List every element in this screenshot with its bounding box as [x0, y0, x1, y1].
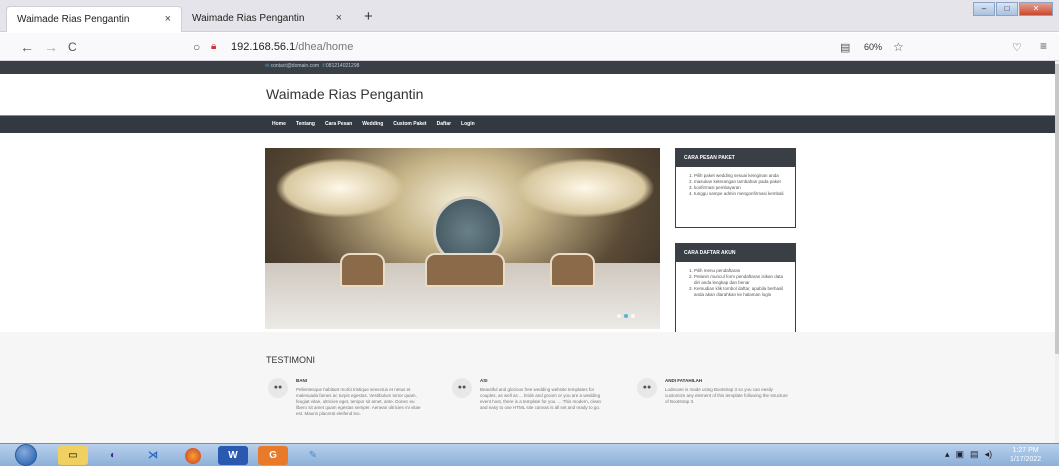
testimonial-text: Lodecare is made using Bootstrap 3 so yo…: [665, 387, 788, 404]
start-button[interactable]: [6, 444, 46, 466]
sofa-center: [425, 253, 505, 287]
minimize-button[interactable]: –: [973, 2, 995, 16]
shield-icon[interactable]: ○: [193, 40, 200, 54]
envelope-icon: ✉: [265, 63, 270, 69]
chair-left: [340, 253, 385, 287]
explorer-icon[interactable]: ▭: [58, 446, 88, 465]
tray-arrow-icon[interactable]: ▴: [945, 449, 950, 460]
contact-email[interactable]: contact@domain.com: [271, 63, 319, 69]
browser-nav-bar: ← → C ○ 🔒︎ 192.168.56.1/dhea/home ▤ 60% …: [0, 33, 1059, 61]
firefox-icon[interactable]: [178, 446, 208, 465]
bookmark-star-icon[interactable]: ☆: [893, 40, 904, 54]
menu-home[interactable]: Home: [272, 121, 286, 127]
hero-carousel-image[interactable]: [265, 148, 660, 329]
panel-title: CARA DAFTAR AKUN: [676, 244, 795, 262]
testimonial-name: ASI: [480, 378, 488, 383]
flower-decoration: [275, 158, 405, 218]
maximize-button[interactable]: □: [996, 2, 1018, 16]
site-brand[interactable]: Waimade Rias Pengantin: [266, 86, 423, 102]
panel-steps: Pilih menu pendaftaran Pelanin muncul fo…: [676, 262, 795, 304]
contact-bar: ✉ contact@domain.com ✆081214021298: [0, 61, 1055, 74]
window-close-button[interactable]: ✕: [1019, 2, 1053, 16]
url-host: 192.168.56.1: [231, 41, 296, 53]
site-menu: Home Tentang Cara Pesan Wedding Custom P…: [272, 121, 485, 127]
clock-time: 1:27 PM: [1012, 447, 1039, 454]
contact-info: ✉ contact@domain.com ✆081214021298: [265, 63, 359, 69]
menu-cara-pesan[interactable]: Cara Pesan: [325, 121, 352, 127]
window-controls: – □ ✕: [972, 2, 1053, 16]
carousel-dot-active[interactable]: [624, 314, 628, 318]
menu-wedding[interactable]: Wedding: [362, 121, 383, 127]
testimonial-text: Beautiful and glorious free wedding webs…: [480, 387, 601, 410]
paint-icon[interactable]: ✎: [298, 446, 328, 465]
pocket-icon[interactable]: ♡: [1012, 41, 1022, 54]
app-icon[interactable]: G: [258, 446, 288, 465]
testimoni-section: TESTIMONI ●● BANI Pellentesque habitant …: [0, 332, 1055, 443]
panel-cara-pesan: CARA PESAN PAKET Pilih paket wedding ses…: [675, 148, 796, 228]
carousel-indicators: [617, 314, 638, 318]
back-icon[interactable]: ←: [20, 39, 34, 55]
step-item: Kemudian klik tombol daftar, apabila ber…: [694, 286, 787, 298]
testimonial-name: ANDI FATAHILAH: [665, 378, 703, 383]
site-menu-bar: Home Tentang Cara Pesan Wedding Custom P…: [0, 115, 1055, 133]
menu-login[interactable]: Login: [461, 121, 475, 127]
tab-label: Waimade Rias Pengantin: [17, 14, 130, 25]
scrollbar-thumb[interactable]: [1055, 64, 1059, 354]
zoom-level[interactable]: 60%: [864, 42, 882, 52]
flower-decoration: [515, 158, 655, 218]
testimonial-text: Pellentesque habitant morbi tristique se…: [296, 387, 421, 416]
url-path: /dhea/home: [295, 41, 354, 53]
panel-steps: Pilih paket wedding sesuai keinginan and…: [676, 167, 795, 203]
menu-icon[interactable]: ≡: [1040, 39, 1047, 53]
reader-view-icon[interactable]: ▤: [840, 41, 850, 54]
system-tray: ▴ ▣ ▤ ◂): [945, 449, 998, 460]
eclipse-icon[interactable]: ◐: [98, 446, 128, 465]
network-icon[interactable]: ▤: [970, 449, 979, 460]
tab-waimade-2[interactable]: Waimade Rias Pengantin ×: [182, 6, 352, 32]
taskbar-clock[interactable]: 1:27 PM 1/17/2022: [1010, 446, 1041, 464]
tab-label: Waimade Rias Pengantin: [192, 13, 305, 24]
close-tab-icon[interactable]: ×: [165, 13, 171, 25]
url-bar[interactable]: 192.168.56.1/dhea/home: [231, 41, 353, 53]
browser-tab-bar: Waimade Rias Pengantin × Waimade Rias Pe…: [0, 0, 1059, 32]
menu-custom-paket[interactable]: Custom Paket: [393, 121, 426, 127]
clock-date: 1/17/2022: [1010, 456, 1042, 463]
panel-title: CARA PESAN PAKET: [676, 149, 795, 167]
reload-icon[interactable]: C: [68, 40, 77, 54]
forward-icon[interactable]: →: [44, 39, 58, 55]
close-tab-icon[interactable]: ×: [336, 12, 342, 24]
contact-phone: 081214021298: [326, 63, 360, 69]
volume-icon[interactable]: ◂): [985, 449, 993, 460]
testimoni-title: TESTIMONI: [266, 355, 315, 365]
windows-logo-icon: [15, 444, 37, 466]
lock-icon[interactable]: 🔒︎: [211, 41, 216, 52]
chat-icon: ●●: [637, 378, 657, 398]
word-icon[interactable]: W: [218, 446, 248, 465]
chair-right: [550, 253, 595, 287]
carousel-dot[interactable]: [631, 314, 635, 318]
menu-daftar[interactable]: Daftar: [437, 121, 451, 127]
tray-app-icon[interactable]: ▣: [956, 449, 965, 460]
new-tab-button[interactable]: +: [364, 8, 373, 25]
testimonial-name: BANI: [296, 378, 307, 383]
chat-icon: ●●: [268, 378, 288, 398]
step-item: Pelanin muncul form pendaftaran isikan d…: [694, 274, 787, 286]
website-viewport: ✉ contact@domain.com ✆081214021298 Waima…: [0, 61, 1055, 443]
chat-icon: ●●: [452, 378, 472, 398]
vscode-icon[interactable]: ⋊: [138, 446, 168, 465]
panel-cara-daftar: CARA DAFTAR AKUN Pilih menu pendaftaran …: [675, 243, 796, 336]
menu-tentang[interactable]: Tentang: [296, 121, 315, 127]
windows-taskbar: ▭ ◐ ⋊ W G ✎ ▴ ▣ ▤ ◂) 1:27 PM 1/17/2022: [0, 443, 1059, 466]
tab-waimade-1[interactable]: Waimade Rias Pengantin ×: [6, 6, 182, 32]
step-item: tunggu sampe admin mengonfirmasi kembali: [694, 191, 787, 197]
carousel-dot[interactable]: [617, 314, 621, 318]
